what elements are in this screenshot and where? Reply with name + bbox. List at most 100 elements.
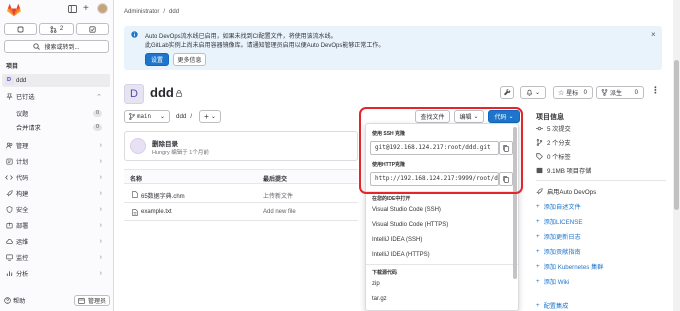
- more-actions-icon[interactable]: ⋮: [651, 86, 660, 95]
- chevron-down-icon: ⌄: [534, 90, 541, 96]
- fork-label: 派生: [610, 91, 623, 97]
- sidebar-item-merge-requests[interactable]: 合并请求 0: [2, 121, 110, 134]
- sidebar-item-build[interactable]: 构建 ›: [2, 187, 110, 200]
- sidebar-label: 计划: [16, 159, 29, 166]
- branches-count: 2 个分支: [547, 140, 571, 147]
- alert-line-1: Auto DevOps流水线已启用，如果未找到CI配置文件，将使用该流水线。: [145, 34, 337, 40]
- admin-settings-button[interactable]: [500, 86, 514, 99]
- file-last-commit[interactable]: Add new file: [263, 209, 296, 215]
- add-changelog-link[interactable]: + 添加更新日志: [536, 232, 581, 241]
- alert-settings-button[interactable]: 设置: [145, 53, 169, 66]
- sidebar-label: 监控: [16, 255, 29, 262]
- sidebar-item-operate[interactable]: 运维 ›: [2, 235, 110, 248]
- close-icon[interactable]: ×: [651, 30, 656, 39]
- configure-integrations-link[interactable]: + 配置集成: [536, 301, 568, 310]
- sidebar-item-project-ddd[interactable]: D ddd: [2, 74, 110, 87]
- todo-button[interactable]: [76, 23, 109, 35]
- alert-more-info-button[interactable]: 更多信息: [173, 53, 206, 66]
- repo-path-separator: /: [190, 113, 193, 120]
- avatar[interactable]: [97, 3, 108, 14]
- commit-title[interactable]: 删除目录: [152, 138, 178, 148]
- repo-path-root[interactable]: ddd: [176, 113, 186, 120]
- table-row[interactable]: example.txt Add new file: [124, 205, 358, 221]
- table-row[interactable]: 65数据字典.chm 上传新文件: [124, 187, 358, 203]
- download-zip-item[interactable]: zip: [372, 281, 380, 287]
- breadcrumb-root[interactable]: Administrator: [124, 9, 159, 15]
- star-button[interactable]: ☆ 星标 0: [553, 86, 593, 99]
- table-header: 名称 最后提交: [124, 169, 358, 184]
- fork-count: 0: [634, 89, 638, 96]
- star-count: 0: [583, 89, 587, 96]
- add-contributing-label: 添加贡献指南: [543, 249, 581, 256]
- breadcrumb-current[interactable]: ddd: [169, 9, 179, 15]
- add-license-link[interactable]: + 添加LICENSE: [536, 217, 582, 226]
- section-project-label: 项目: [6, 64, 19, 70]
- open-vscode-ssh-item[interactable]: Visual Studio Code (SSH): [372, 207, 441, 213]
- sidebar-item-code[interactable]: 代码 ›: [2, 171, 110, 184]
- star-label: 星标: [566, 91, 579, 97]
- download-targz-item[interactable]: tar.gz: [372, 296, 387, 302]
- page-scrollbar[interactable]: [673, 0, 680, 311]
- sidebar-label: 已钉选: [16, 94, 35, 101]
- add-readme-link[interactable]: + 添加自述文件: [536, 202, 581, 211]
- search-button[interactable]: 搜索或转到...: [4, 40, 109, 53]
- breadcrumb-separator: /: [163, 9, 166, 15]
- fork-button[interactable]: 派生 0: [596, 86, 644, 99]
- sidebar-item-issues[interactable]: 议题 0: [2, 107, 110, 120]
- auto-devops-label: 启用Auto DevOps: [547, 189, 597, 196]
- branches-count-link[interactable]: 2 个分支: [536, 138, 571, 147]
- open-intellij-ssh-item[interactable]: IntelliJ IDEA (SSH): [372, 237, 422, 243]
- open-in-ide-label: 在您的IDE中打开: [372, 196, 411, 202]
- sidebar-item-deploy[interactable]: 部署 ›: [2, 219, 110, 232]
- sidebar-item-plan[interactable]: 计划 ›: [2, 155, 110, 168]
- file-name[interactable]: example.txt: [141, 209, 172, 215]
- create-new-icon[interactable]: +: [83, 4, 89, 14]
- search-icon: [33, 43, 41, 50]
- admin-area-button[interactable]: 管理员: [74, 295, 110, 306]
- merge-requests-badge: 0: [92, 124, 102, 131]
- sidebar-item-analyze[interactable]: 分析 ›: [2, 267, 110, 280]
- sidebar-item-monitor[interactable]: 监控 ›: [2, 251, 110, 264]
- plus-icon: +: [536, 233, 540, 240]
- add-to-tree-button[interactable]: + ⌄: [199, 110, 221, 123]
- add-wiki-label: 添加 Wiki: [543, 279, 570, 286]
- page-scrollbar-thumb[interactable]: [674, 60, 679, 210]
- plus-icon: +: [536, 278, 540, 285]
- sidebar-label: 分析: [16, 271, 29, 278]
- chevron-right-icon: ›: [99, 174, 102, 181]
- sidebar-item-security[interactable]: 安全 ›: [2, 203, 110, 216]
- issues-count-button[interactable]: [4, 23, 37, 35]
- commits-count-link[interactable]: 5 次提交: [536, 124, 571, 133]
- branch-selector[interactable]: main ⌄: [124, 110, 170, 123]
- file-name[interactable]: 65数据字典.chm: [141, 191, 185, 200]
- merge-requests-count: 2: [59, 26, 64, 32]
- chevron-right-icon: ›: [99, 158, 102, 165]
- plus-icon: +: [204, 112, 209, 121]
- star-icon: ☆: [558, 89, 565, 97]
- fork-icon: [601, 89, 608, 96]
- help-button[interactable]: 帮助: [4, 296, 25, 305]
- open-vscode-https-item[interactable]: Visual Studio Code (HTTPS): [372, 222, 448, 228]
- add-license-label: 添加LICENSE: [543, 219, 583, 226]
- file-last-commit[interactable]: 上传新文件: [263, 191, 293, 200]
- open-intellij-https-item[interactable]: IntelliJ IDEA (HTTPS): [372, 252, 430, 258]
- sidebar-item-manage[interactable]: 管理 ›: [2, 139, 110, 152]
- plus-icon: +: [536, 203, 540, 210]
- storage-link[interactable]: 9.1MB 项目存储: [536, 166, 591, 175]
- sidebar-toggle-icon[interactable]: [68, 5, 77, 13]
- chevron-right-icon: ›: [99, 238, 102, 245]
- notification-button[interactable]: ⌄: [520, 86, 546, 99]
- column-name-header: 名称: [130, 177, 143, 183]
- chart-icon: [6, 271, 12, 276]
- add-contributing-link[interactable]: + 添加贡献指南: [536, 247, 581, 256]
- add-kubernetes-link[interactable]: + 添加 Kubernetes 集群: [536, 262, 603, 271]
- label-icon: [536, 153, 543, 160]
- chevron-up-icon: ⌃: [96, 93, 102, 101]
- tags-count-link[interactable]: 0 个标签: [536, 152, 571, 161]
- enable-auto-devops-link[interactable]: 启用Auto DevOps: [536, 187, 596, 196]
- add-wiki-link[interactable]: + 添加 Wiki: [536, 277, 569, 286]
- sidebar-item-pinned[interactable]: 已钉选 ⌃: [2, 90, 110, 103]
- gitlab-logo-icon[interactable]: [7, 4, 21, 17]
- merge-requests-count-button[interactable]: 2: [39, 23, 74, 35]
- plus-icon: +: [536, 248, 540, 255]
